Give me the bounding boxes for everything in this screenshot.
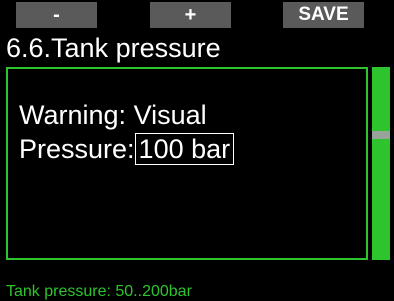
warning-row[interactable]: Warning: Visual bbox=[19, 100, 207, 130]
increase-button[interactable]: + bbox=[150, 2, 231, 28]
warning-label: Warning: bbox=[19, 100, 127, 130]
scrollbar[interactable] bbox=[372, 67, 390, 260]
scroll-thumb[interactable] bbox=[372, 131, 390, 139]
range-hint: Tank pressure: 50..200bar bbox=[6, 283, 192, 300]
page-title: 6.6.Tank pressure bbox=[6, 33, 221, 63]
pressure-label: Pressure: bbox=[19, 134, 135, 164]
softkey-bar: - + SAVE bbox=[0, 2, 394, 28]
settings-panel: Warning: Visual Pressure: 100 bar bbox=[6, 67, 368, 260]
pressure-value[interactable]: 100 bar bbox=[134, 133, 235, 165]
warning-value[interactable]: Visual bbox=[134, 100, 207, 130]
decrease-button[interactable]: - bbox=[16, 2, 97, 28]
save-button[interactable]: SAVE bbox=[283, 2, 364, 28]
pressure-row[interactable]: Pressure: 100 bar bbox=[19, 133, 235, 165]
